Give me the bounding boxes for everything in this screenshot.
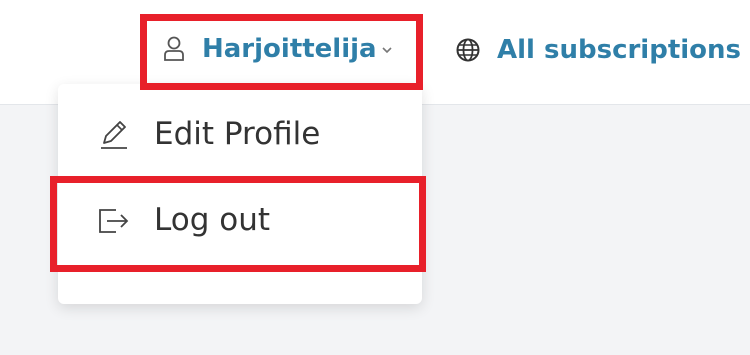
user-icon <box>164 36 184 61</box>
chevron-down-icon <box>382 47 392 54</box>
logout-label: Log out <box>154 202 270 238</box>
user-menu-label: Harjoittelija <box>202 34 377 64</box>
all-subscriptions-label: All subscriptions <box>497 35 742 65</box>
pencil-icon <box>101 121 127 149</box>
globe-icon <box>456 38 480 62</box>
user-dropdown-menu: Edit Profile Log out <box>58 84 422 304</box>
all-subscriptions-link[interactable]: All subscriptions <box>455 30 741 70</box>
edit-profile-menu-item[interactable]: Edit Profile <box>58 94 422 180</box>
logout-icon <box>99 209 129 233</box>
edit-profile-label: Edit Profile <box>154 116 321 152</box>
user-menu-toggle[interactable]: Harjoittelija <box>146 15 416 83</box>
logout-menu-item[interactable]: Log out <box>58 180 422 266</box>
